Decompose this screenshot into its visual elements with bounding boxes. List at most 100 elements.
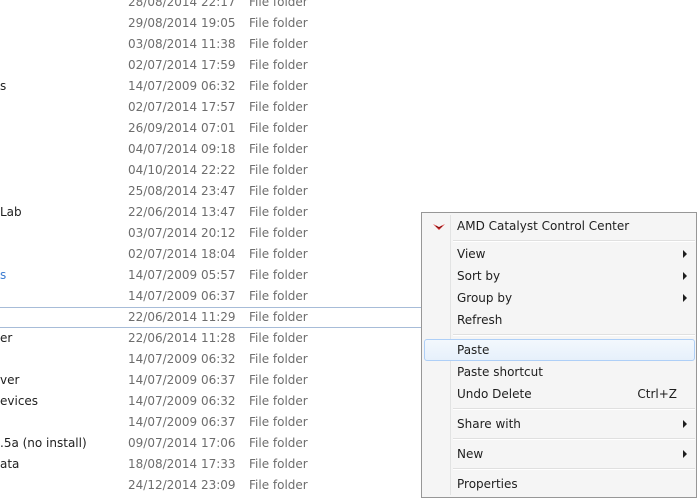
file-date: 14/07/2009 06:37 xyxy=(128,415,236,429)
menu-item-undo-delete[interactable]: Undo Delete Ctrl+Z xyxy=(424,383,695,405)
file-date: 02/07/2014 17:59 xyxy=(128,58,236,72)
file-type: File folder xyxy=(249,478,308,492)
file-type: File folder xyxy=(249,142,308,156)
file-date: 22/06/2014 11:29 xyxy=(128,310,236,324)
menu-separator xyxy=(453,408,695,410)
file-row[interactable]: 26/09/2014 07:01 File folder xyxy=(0,118,697,139)
file-type: File folder xyxy=(249,268,308,282)
menu-separator xyxy=(453,334,695,336)
file-row[interactable]: 29/08/2014 19:05 File folder xyxy=(0,13,697,34)
file-name: Lab xyxy=(0,205,22,219)
menu-item-label: Sort by xyxy=(457,269,501,283)
file-date: 09/07/2014 17:06 xyxy=(128,436,236,450)
file-type: File folder xyxy=(249,415,308,429)
file-name: ver xyxy=(0,373,20,387)
file-type: File folder xyxy=(249,205,308,219)
menu-item-label: Undo Delete xyxy=(457,387,532,401)
file-date: 25/08/2014 23:47 xyxy=(128,184,236,198)
menu-item-label: Properties xyxy=(457,477,518,491)
menu-item-paste-shortcut[interactable]: Paste shortcut xyxy=(424,361,695,383)
menu-item-view[interactable]: View xyxy=(424,243,695,265)
submenu-arrow-icon xyxy=(683,250,687,258)
context-menu: AMD Catalyst Control Center View Sort by… xyxy=(421,212,697,498)
submenu-arrow-icon xyxy=(683,450,687,458)
file-row-focused[interactable]: 22/06/2014 11:29 File folder xyxy=(0,307,423,328)
file-date: 14/07/2009 06:37 xyxy=(128,373,236,387)
file-name: .5a (no install) xyxy=(0,436,87,450)
file-type: File folder xyxy=(249,184,308,198)
menu-item-sort-by[interactable]: Sort by xyxy=(424,265,695,287)
menu-item-new[interactable]: New xyxy=(424,443,695,465)
file-type: File folder xyxy=(249,373,308,387)
file-type: File folder xyxy=(249,457,308,471)
file-row[interactable]: 02/07/2014 17:59 File folder xyxy=(0,55,697,76)
file-date: 02/07/2014 18:04 xyxy=(128,247,236,261)
file-row[interactable]: s 14/07/2009 06:32 File folder xyxy=(0,76,697,97)
file-date: 14/07/2009 06:32 xyxy=(128,394,236,408)
file-date: 22/06/2014 13:47 xyxy=(128,205,236,219)
file-name: s xyxy=(0,268,7,282)
file-type: File folder xyxy=(249,79,308,93)
file-name: er xyxy=(0,331,13,345)
file-date: 24/12/2014 23:09 xyxy=(128,478,236,492)
file-type: File folder xyxy=(249,226,308,240)
file-date: 26/09/2014 07:01 xyxy=(128,121,236,135)
file-type: File folder xyxy=(249,310,308,324)
menu-item-label: Paste xyxy=(457,343,490,357)
file-type: File folder xyxy=(249,58,308,72)
amd-catalyst-icon xyxy=(433,224,445,230)
file-row[interactable]: 25/08/2014 23:47 File folder xyxy=(0,181,697,202)
file-type: File folder xyxy=(249,394,308,408)
menu-item-label: AMD Catalyst Control Center xyxy=(457,219,630,233)
submenu-arrow-icon xyxy=(683,294,687,302)
menu-item-group-by[interactable]: Group by xyxy=(424,287,695,309)
menu-separator xyxy=(453,240,695,242)
file-date: 22/06/2014 11:28 xyxy=(128,331,236,345)
menu-item-amd-catalyst[interactable]: AMD Catalyst Control Center xyxy=(424,215,695,237)
file-date: 28/08/2014 22:17 xyxy=(128,0,236,9)
file-row[interactable]: 04/10/2014 22:22 File folder xyxy=(0,160,697,181)
file-date: 04/07/2014 09:18 xyxy=(128,142,236,156)
file-type: File folder xyxy=(249,436,308,450)
menu-item-paste[interactable]: Paste xyxy=(424,339,695,361)
file-name: evices xyxy=(0,394,39,408)
file-name: s xyxy=(0,79,7,93)
file-type: File folder xyxy=(249,163,308,177)
menu-separator xyxy=(453,438,695,440)
menu-item-share-with[interactable]: Share with xyxy=(424,413,695,435)
file-row[interactable]: 03/08/2014 11:38 File folder xyxy=(0,34,697,55)
menu-item-shortcut: Ctrl+Z xyxy=(637,387,677,401)
file-date: 29/08/2014 19:05 xyxy=(128,16,236,30)
file-date: 14/07/2009 05:57 xyxy=(128,268,236,282)
file-type: File folder xyxy=(249,331,308,345)
menu-item-label: Share with xyxy=(457,417,521,431)
file-name: ata xyxy=(0,457,20,471)
file-type: File folder xyxy=(249,0,308,9)
file-type: File folder xyxy=(249,16,308,30)
file-type: File folder xyxy=(249,247,308,261)
file-date: 14/07/2009 06:32 xyxy=(128,79,236,93)
submenu-arrow-icon xyxy=(683,420,687,428)
file-row[interactable]: 28/08/2014 22:17 File folder xyxy=(0,0,697,13)
file-date: 02/07/2014 17:57 xyxy=(128,100,236,114)
file-date: 03/07/2014 20:12 xyxy=(128,226,236,240)
file-date: 14/07/2009 06:32 xyxy=(128,352,236,366)
file-date: 04/10/2014 22:22 xyxy=(128,163,236,177)
file-row[interactable]: 02/07/2014 17:57 File folder xyxy=(0,97,697,118)
file-date: 14/07/2009 06:37 xyxy=(128,289,236,303)
menu-item-label: Refresh xyxy=(457,313,503,327)
file-row[interactable]: 04/07/2014 09:18 File folder xyxy=(0,139,697,160)
file-type: File folder xyxy=(249,37,308,51)
submenu-arrow-icon xyxy=(683,272,687,280)
file-type: File folder xyxy=(249,289,308,303)
file-type: File folder xyxy=(249,121,308,135)
menu-item-label: Group by xyxy=(457,291,513,305)
menu-item-refresh[interactable]: Refresh xyxy=(424,309,695,331)
menu-item-properties[interactable]: Properties xyxy=(424,473,695,495)
menu-item-label: View xyxy=(457,247,486,261)
menu-item-label: Paste shortcut xyxy=(457,365,543,379)
file-type: File folder xyxy=(249,352,308,366)
menu-item-label: New xyxy=(457,447,484,461)
file-type: File folder xyxy=(249,100,308,114)
file-date: 18/08/2014 17:33 xyxy=(128,457,236,471)
